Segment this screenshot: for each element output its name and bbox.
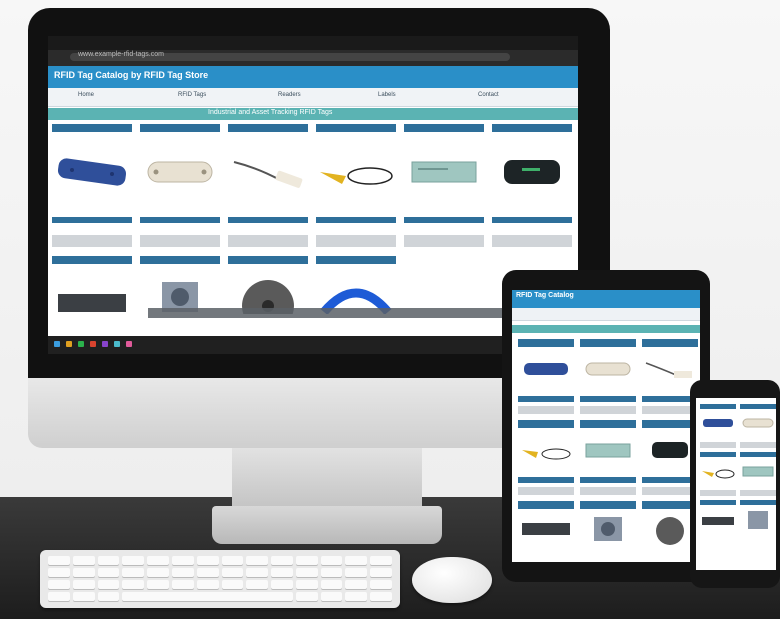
dark-card-tag-icon <box>58 294 126 312</box>
product-card-header <box>52 124 132 132</box>
product-card[interactable] <box>700 500 736 538</box>
nav-item-tags[interactable]: RFID Tags <box>178 92 206 98</box>
zip-seal-tag-icon <box>320 167 393 185</box>
flat-label-tag-icon <box>411 161 477 183</box>
tablet-banner <box>512 325 700 333</box>
app-icon[interactable] <box>102 341 108 347</box>
product-card[interactable] <box>140 124 220 248</box>
folder-icon[interactable] <box>66 341 72 347</box>
product-card[interactable] <box>52 256 132 316</box>
product-card[interactable] <box>492 124 572 248</box>
black-block-tag-icon <box>504 160 560 184</box>
app-icon[interactable] <box>126 341 132 347</box>
product-card[interactable] <box>700 452 736 496</box>
tablet-screen: RFID Tag Catalog <box>512 290 700 562</box>
nav-item-contact[interactable]: Contact <box>478 92 499 98</box>
quantity-stepper[interactable] <box>140 235 220 247</box>
cable-tie-tag-icon <box>233 161 303 188</box>
nav-item-readers[interactable]: Readers <box>278 92 301 98</box>
imac-stand-neck <box>232 448 422 508</box>
mouse <box>412 557 492 603</box>
nav-item-home[interactable]: Home <box>78 92 94 98</box>
product-card[interactable] <box>700 404 736 448</box>
square-mount-tag-icon <box>162 282 198 312</box>
quantity-stepper[interactable] <box>52 235 132 247</box>
product-card[interactable] <box>740 404 776 448</box>
phone-screen <box>696 398 776 570</box>
browser-tab-bar <box>48 36 578 50</box>
product-card[interactable] <box>580 339 636 414</box>
product-card[interactable] <box>228 124 308 248</box>
nav-item-labels[interactable]: Labels <box>378 92 396 98</box>
keyboard <box>40 550 400 608</box>
blue-bar-tag-icon <box>57 158 127 186</box>
product-card[interactable] <box>580 501 636 550</box>
silver-plate-tag-icon <box>147 161 213 183</box>
monitor-screen: www.example-rfid-tags.com RFID Tag Catal… <box>48 36 578 354</box>
start-icon[interactable] <box>54 341 60 347</box>
browser-icon[interactable] <box>78 341 84 347</box>
product-card[interactable] <box>740 500 776 538</box>
product-card[interactable] <box>580 420 636 495</box>
tablet-nav <box>512 308 700 321</box>
product-card[interactable] <box>52 124 132 248</box>
quantity-stepper[interactable] <box>404 235 484 247</box>
product-card[interactable] <box>740 452 776 496</box>
app-icon[interactable] <box>90 341 96 347</box>
product-card[interactable] <box>316 124 396 248</box>
product-card[interactable] <box>404 124 484 248</box>
product-card[interactable] <box>518 420 574 495</box>
wristband-tag-icon <box>320 288 392 316</box>
address-url: www.example-rfid-tags.com <box>78 51 164 58</box>
quantity-stepper[interactable] <box>316 235 396 247</box>
tablet-site-title: RFID Tag Catalog <box>512 290 700 308</box>
quantity-stepper[interactable] <box>228 235 308 247</box>
product-card[interactable] <box>140 256 220 316</box>
product-card[interactable] <box>518 501 574 550</box>
product-card[interactable] <box>518 339 574 414</box>
quantity-stepper[interactable] <box>492 235 572 247</box>
site-title: RFID Tag Catalog by RFID Tag Store <box>54 70 209 80</box>
product-card[interactable] <box>228 256 308 332</box>
round-disc-tag-icon <box>242 280 294 332</box>
category-banner-text: Industrial and Asset Tracking RFID Tags <box>208 109 333 116</box>
imac-stand-foot <box>212 506 442 544</box>
product-card[interactable] <box>316 256 396 316</box>
status-strip <box>148 308 548 318</box>
app-icon[interactable] <box>114 341 120 347</box>
